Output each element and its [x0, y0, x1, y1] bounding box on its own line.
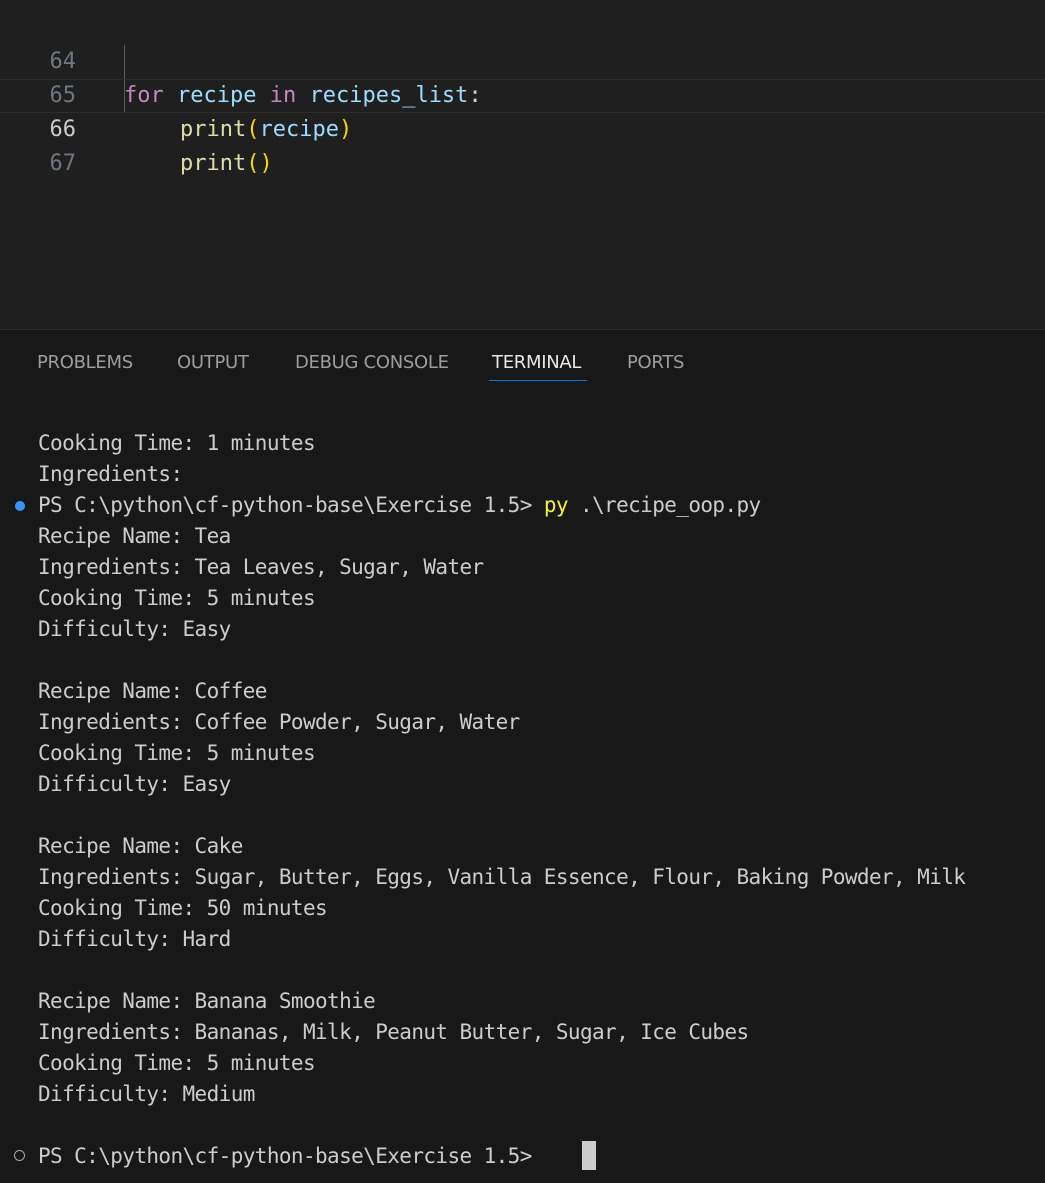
code-line-65[interactable]: 65 print(recipe) [0, 45, 1045, 142]
terminal-line: Difficulty: Easy [38, 772, 231, 796]
prompt-status-dot-icon[interactable] [14, 1150, 25, 1161]
terminal-line: Recipe Name: Cake [38, 834, 243, 858]
terminal-line: Difficulty: Medium [38, 1082, 255, 1106]
tab-output[interactable]: OUTPUT [177, 350, 249, 376]
terminal-line: Ingredients: Sugar, Butter, Eggs, Vanill… [38, 865, 966, 889]
command-args: .\recipe_oop.py [567, 493, 761, 517]
terminal-command-line: PS C:\python\cf-python-base\Exercise 1.5… [38, 490, 761, 521]
terminal-line: Cooking Time: 5 minutes [38, 586, 316, 610]
bottom-panel: PROBLEMS OUTPUT DEBUG CONSOLE TERMINAL P… [0, 329, 1045, 1183]
panel-tabs: PROBLEMS OUTPUT DEBUG CONSOLE TERMINAL P… [0, 330, 1045, 390]
tab-ports[interactable]: PORTS [627, 350, 684, 376]
terminal-cursor [582, 1141, 596, 1170]
tab-problems[interactable]: PROBLEMS [37, 350, 133, 376]
terminal-line: Recipe Name: Coffee [38, 679, 267, 703]
terminal-line: Difficulty: Hard [38, 927, 231, 951]
terminal-line: Ingredients: Bananas, Milk, Peanut Butte… [38, 1020, 749, 1044]
code-line-64[interactable]: 64 for recipe in recipes_list: [0, 11, 1045, 108]
terminal-line: Recipe Name: Banana Smoothie [38, 989, 376, 1013]
command: py [543, 493, 569, 517]
code-line-67[interactable]: 67 [0, 113, 1045, 176]
terminal-line: Ingredients: Tea Leaves, Sugar, Water [38, 555, 484, 579]
tab-debug-console[interactable]: DEBUG CONSOLE [295, 350, 449, 376]
tab-terminal[interactable]: TERMINAL [492, 350, 581, 376]
terminal-prompt-line: PS C:\python\cf-python-base\Exercise 1.5… [38, 1144, 544, 1168]
prompt: PS C:\python\cf-python-base\Exercise 1.5… [38, 493, 544, 517]
terminal-line: Cooking Time: 1 minutes [38, 431, 316, 455]
command-status-dot-icon[interactable] [15, 501, 25, 511]
code-editor[interactable]: 64 for recipe in recipes_list: 65 print(… [0, 0, 1045, 329]
terminal-line: Recipe Name: Tea [38, 524, 231, 548]
active-tab-indicator [489, 380, 587, 381]
terminal-line: Cooking Time: 50 minutes [38, 896, 328, 920]
line-number: 67 [49, 151, 77, 176]
terminal-line: Cooking Time: 5 minutes [38, 741, 316, 765]
code-text: print() [180, 151, 273, 176]
code-line-66[interactable]: 66 print() [0, 79, 1045, 176]
terminal-line: Difficulty: Easy [38, 617, 231, 641]
terminal-line: Ingredients: Coffee Powder, Sugar, Water [38, 710, 520, 734]
terminal-line: Cooking Time: 5 minutes [38, 1051, 316, 1075]
terminal-line: Ingredients: [38, 462, 183, 486]
